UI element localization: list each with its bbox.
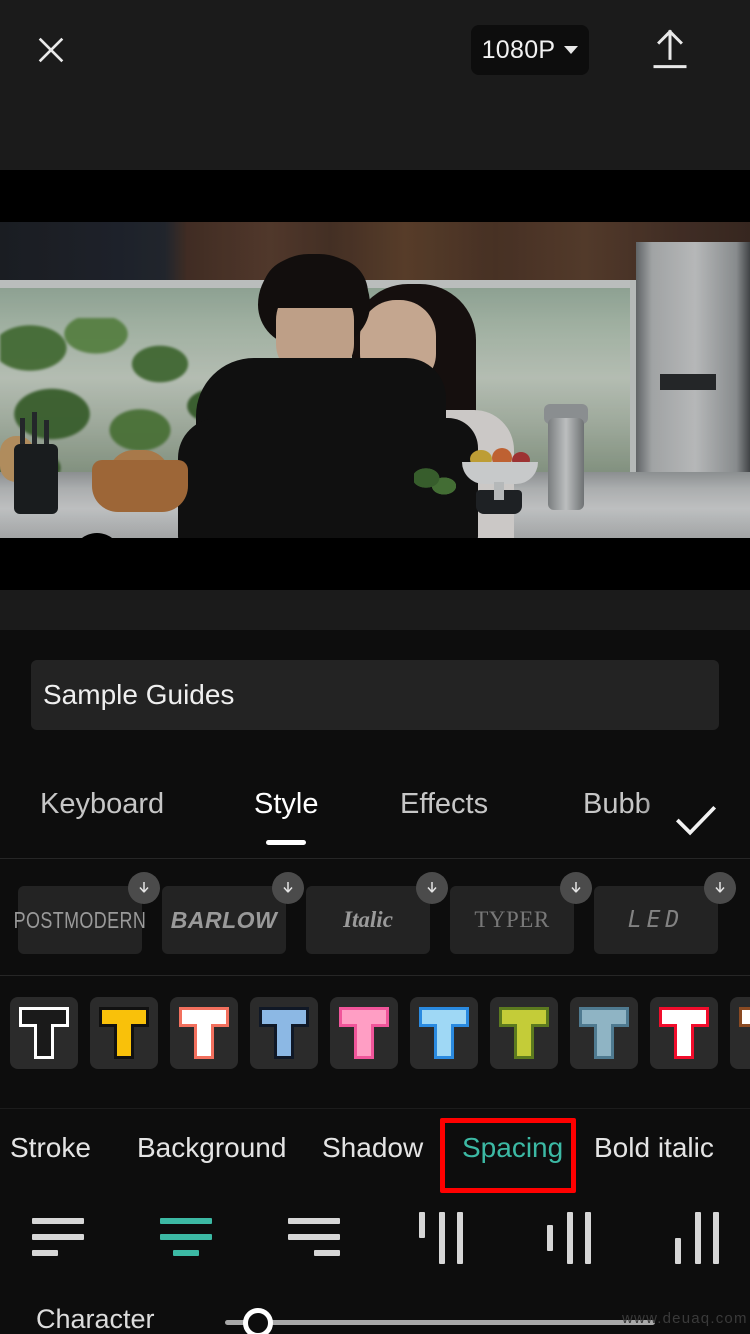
font-name: LED [627,907,685,933]
font-card-postmodern[interactable]: POSTMODERN [14,886,146,954]
download-icon [427,882,437,893]
font-card-led[interactable]: LED [594,886,718,954]
font-card-typer[interactable]: TYPER [450,886,574,954]
option-stroke[interactable]: Stroke [10,1132,91,1164]
font-name: POSTMODERN [13,906,147,933]
text-style-style-skyblue[interactable] [410,997,478,1069]
bottom-spacer [0,538,750,590]
align-right-icon [286,1214,344,1262]
font-card-italic[interactable]: Italic [306,886,430,954]
panel-header-band [0,590,750,630]
scene-overlay-tint [0,222,750,538]
text-style-swatches[interactable] [0,985,750,1085]
resolution-label: 1080P [481,35,556,64]
font-download-led[interactable] [704,872,736,904]
divider-tabs [0,858,750,859]
font-download-postmodern[interactable] [128,872,160,904]
valign-bottom-icon [673,1212,725,1264]
text-style-t-icon [99,1007,149,1059]
cap-cut-text-editor-screen: 1080P Sample Guides Keyboard Style Effec… [0,0,750,1334]
text-style-style-white-coral[interactable] [170,997,238,1069]
text-style-style-white-red[interactable] [650,997,718,1069]
character-slider-track[interactable] [225,1320,655,1325]
valign-top-button[interactable] [400,1205,486,1271]
font-list[interactable]: POSTMODERN BARLOW Italic TYPER LED [0,870,750,970]
text-style-panel: Sample Guides Keyboard Style Effects Bub… [0,630,750,1334]
top-spacer [0,170,750,222]
download-icon [571,882,581,893]
font-name: Italic [343,907,393,932]
divider-options [0,1108,750,1109]
text-style-t-icon [19,1007,69,1059]
chevron-down-icon [564,46,579,54]
text-style-t-icon [419,1007,469,1059]
text-style-style-brown[interactable] [730,997,750,1069]
tab-style[interactable]: Style [254,788,318,821]
slider-label: Character [36,1304,155,1334]
download-icon [283,882,293,893]
divider-fonts [0,975,750,976]
font-download-barlow[interactable] [272,872,304,904]
text-style-style-outline-white[interactable] [10,997,78,1069]
text-input-value: Sample Guides [43,679,235,710]
align-center-icon [158,1214,216,1262]
text-style-t-icon [179,1007,229,1059]
text-style-t-icon [339,1007,389,1059]
video-frame [0,222,750,538]
font-name: BARLOW [170,906,278,933]
align-left-icon [30,1214,88,1262]
download-icon [715,882,725,893]
valign-bottom-button[interactable] [656,1205,742,1271]
text-style-style-pink[interactable] [330,997,398,1069]
font-card-barlow[interactable]: BARLOW [162,886,286,954]
text-input-field[interactable]: Sample Guides [31,660,719,730]
editor-tabs: Keyboard Style Effects Bubb [0,770,750,860]
text-style-style-steel[interactable] [570,997,638,1069]
character-slider-thumb[interactable] [243,1308,273,1334]
top-toolbar: 1080P [0,0,750,170]
check-icon [675,805,717,836]
font-download-italic[interactable] [416,872,448,904]
text-style-t-icon [259,1007,309,1059]
option-bold-italic[interactable]: Bold italic [594,1132,714,1164]
option-spacing[interactable]: Spacing [462,1132,563,1164]
style-options: Stroke Background Shadow Spacing Bold it… [0,1110,750,1195]
alignment-controls [0,1195,750,1285]
valign-top-icon [417,1212,469,1264]
option-background[interactable]: Background [137,1132,286,1164]
download-icon [139,882,149,893]
active-tab-underline [266,840,306,845]
text-style-style-olive[interactable] [490,997,558,1069]
text-style-t-icon [659,1007,709,1059]
confirm-button[interactable] [668,792,724,848]
align-right-button[interactable] [272,1205,358,1271]
align-left-button[interactable] [16,1205,102,1271]
close-icon [38,37,64,63]
text-style-t-icon [579,1007,629,1059]
align-center-button[interactable] [144,1205,230,1271]
resolution-selector[interactable]: 1080P [471,25,589,75]
text-style-t-icon [739,1007,750,1056]
watermark: www.deuaq.com [622,1310,748,1327]
upload-icon [653,29,687,69]
tab-effects[interactable]: Effects [400,788,488,821]
valign-middle-button[interactable] [528,1205,614,1271]
close-button[interactable] [28,27,74,73]
valign-middle-icon [545,1212,597,1264]
text-style-style-blue-dark[interactable] [250,997,318,1069]
font-name: TYPER [474,907,550,932]
tab-keyboard[interactable]: Keyboard [40,788,164,821]
video-preview[interactable]: Sample Guides [0,222,750,538]
text-style-t-icon [499,1007,549,1059]
export-button[interactable] [645,24,695,76]
text-style-style-yellow[interactable] [90,997,158,1069]
option-shadow[interactable]: Shadow [322,1132,423,1164]
font-download-typer[interactable] [560,872,592,904]
